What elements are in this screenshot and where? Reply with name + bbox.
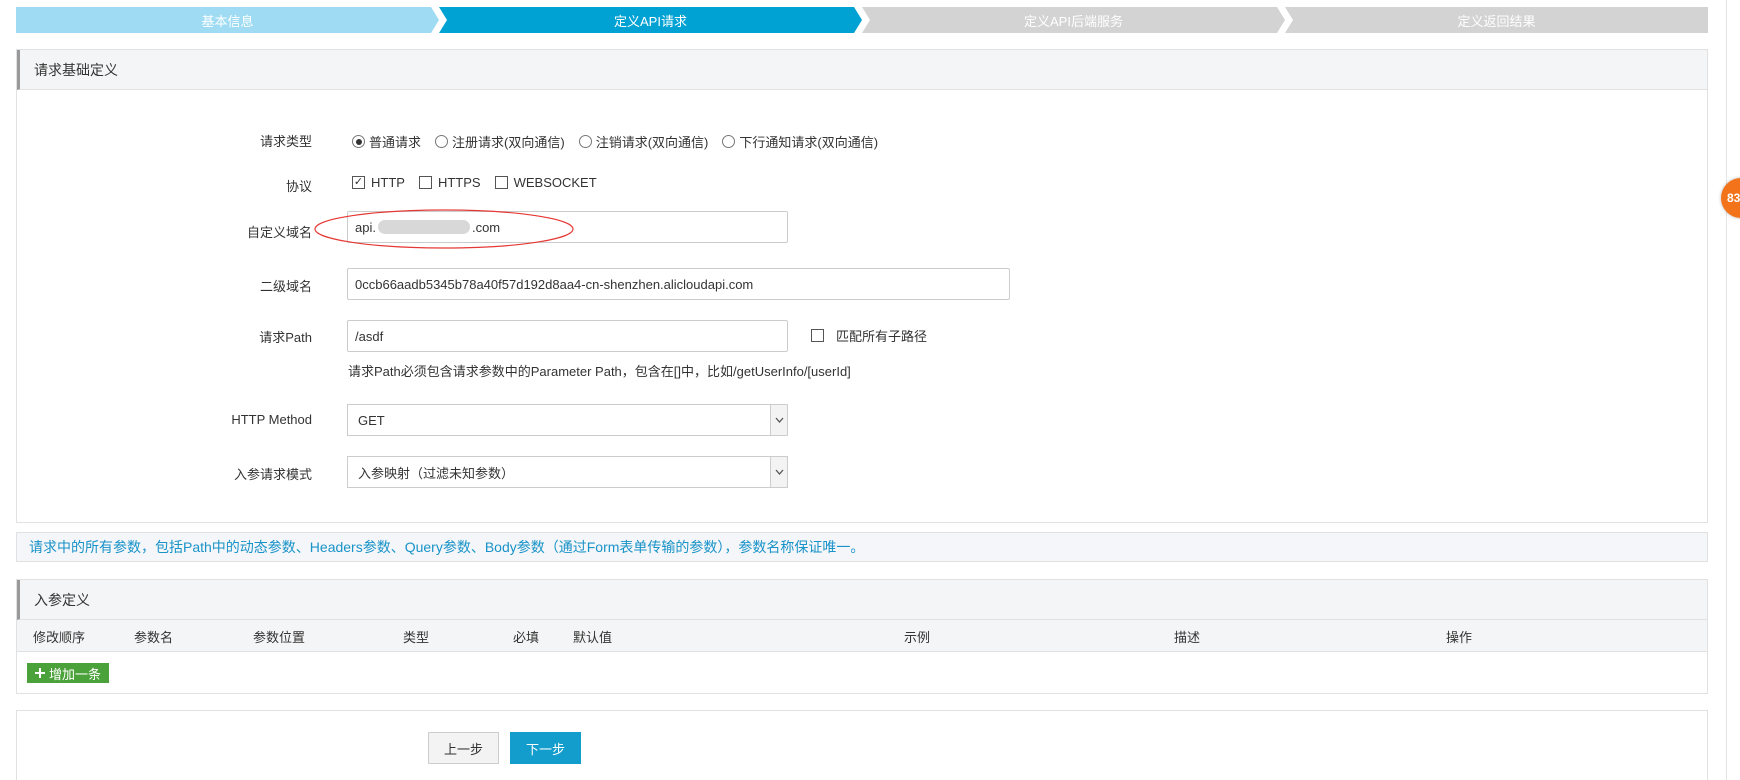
select-value: 入参映射（过滤未知参数） xyxy=(358,465,515,481)
radio-label: 注册请求(双向通信) xyxy=(452,135,565,150)
floating-badge[interactable]: 83 xyxy=(1721,178,1740,218)
plus-icon xyxy=(35,668,45,678)
params-table-header: 修改顺序 参数名 参数位置 类型 必填 默认值 示例 描述 操作 xyxy=(17,620,1707,652)
step-label: 定义API请求 xyxy=(614,13,687,29)
path-hint: 请求Path必须包含请求参数中的Parameter Path，包含在[]中，比如… xyxy=(348,364,851,379)
step-label: 定义API后端服务 xyxy=(1024,13,1123,29)
checkbox-unchecked-icon xyxy=(811,329,824,342)
params-definition-panel: 入参定义 修改顺序 参数名 参数位置 类型 必填 默认值 示例 描述 操作 增加… xyxy=(16,579,1708,694)
param-mode-select[interactable]: 入参映射（过滤未知参数） xyxy=(347,456,788,488)
checkbox-label: HTTPS xyxy=(437,175,481,190)
chevron-down-icon xyxy=(770,405,787,435)
step-define-response[interactable]: 定义返回结果 xyxy=(1285,7,1708,33)
column-type: 类型 xyxy=(403,629,430,645)
column-param-location: 参数位置 xyxy=(253,629,306,645)
checkbox-unchecked-icon xyxy=(494,176,508,189)
wizard-steps: 基本信息 定义API请求 定义API后端服务 定义返回结果 xyxy=(16,7,1708,33)
checkbox-label: 匹配所有子路径 xyxy=(836,329,928,344)
radio-normal-request[interactable]: 普通请求 xyxy=(352,132,421,151)
protocol-checkbox-group: ✓ HTTP HTTPS WEBSOCKET xyxy=(352,175,605,190)
radio-circle-icon xyxy=(578,135,592,148)
step-define-api-request[interactable]: 定义API请求 xyxy=(439,7,862,33)
column-example: 示例 xyxy=(904,629,931,645)
column-order: 修改顺序 xyxy=(33,629,86,645)
column-required: 必填 xyxy=(513,629,540,645)
step-label: 基本信息 xyxy=(201,13,254,29)
checkbox-checked-icon: ✓ xyxy=(352,176,365,189)
radio-circle-icon xyxy=(435,135,449,148)
step-define-backend-service[interactable]: 定义API后端服务 xyxy=(862,7,1285,33)
page-right-edge xyxy=(1726,0,1727,780)
checkbox-label: WEBSOCKET xyxy=(513,175,597,190)
match-all-subpaths-checkbox[interactable]: 匹配所有子路径 xyxy=(811,326,927,345)
protocol-label: 协议 xyxy=(285,179,312,194)
checkbox-unchecked-icon xyxy=(418,176,432,189)
checkbox-label: HTTP xyxy=(371,175,405,190)
add-param-button[interactable]: 增加一条 xyxy=(27,663,110,683)
next-step-button[interactable]: 下一步 xyxy=(510,732,581,764)
panel-title: 入参定义 xyxy=(17,580,1707,620)
radio-label: 普通请求 xyxy=(369,135,422,150)
step-basic-info[interactable]: 基本信息 xyxy=(16,7,439,33)
radio-label: 注销请求(双向通信) xyxy=(595,135,709,150)
step-label: 定义返回结果 xyxy=(1457,13,1536,29)
http-method-select[interactable]: GET xyxy=(347,404,788,436)
add-param-label: 增加一条 xyxy=(49,666,102,682)
custom-domain-label: 自定义域名 xyxy=(246,225,312,240)
annotation-ellipse xyxy=(314,209,574,249)
prev-step-button[interactable]: 上一步 xyxy=(428,732,499,764)
panel-title: 请求基础定义 xyxy=(17,50,1707,90)
http-method-label: HTTP Method xyxy=(231,412,312,427)
request-type-label: 请求类型 xyxy=(259,134,312,149)
checkbox-websocket[interactable]: WEBSOCKET xyxy=(494,175,597,190)
checkbox-http[interactable]: ✓ HTTP xyxy=(352,175,405,190)
radio-circle-icon xyxy=(352,135,365,148)
column-param-name: 参数名 xyxy=(134,629,174,645)
column-default-value: 默认值 xyxy=(573,629,613,645)
chevron-down-icon xyxy=(770,457,787,487)
radio-label: 下行通知请求(双向通信) xyxy=(739,135,879,150)
radio-circle-icon xyxy=(722,135,736,148)
column-actions: 操作 xyxy=(1446,629,1473,645)
sub-domain-label: 二级域名 xyxy=(259,279,312,294)
request-type-radio-group: 普通请求 注册请求(双向通信) 注销请求(双向通信) 下行通知请求(双向通信) xyxy=(352,132,886,151)
column-description: 描述 xyxy=(1174,629,1201,645)
radio-register-request[interactable]: 注册请求(双向通信) xyxy=(435,132,565,151)
radio-downstream-notify-request[interactable]: 下行通知请求(双向通信) xyxy=(722,132,878,151)
sub-domain-input[interactable]: 0ccb66aadb5345b78a40f57d192d8aa4-cn-shen… xyxy=(347,268,1010,300)
footer-panel xyxy=(16,710,1708,780)
request-definition-panel: 请求基础定义 请求类型 普通请求 注册请求(双向通信) 注销请求(双向通信) 下… xyxy=(16,49,1708,523)
param-mode-label: 入参请求模式 xyxy=(233,467,312,482)
path-input[interactable]: /asdf xyxy=(347,320,788,352)
radio-unregister-request[interactable]: 注销请求(双向通信) xyxy=(578,132,709,151)
path-label: 请求Path xyxy=(259,330,312,345)
select-value: GET xyxy=(358,412,385,428)
params-notice: 请求中的所有参数，包括Path中的动态参数、Headers参数、Query参数、… xyxy=(16,532,1708,562)
checkbox-https[interactable]: HTTPS xyxy=(418,175,481,190)
